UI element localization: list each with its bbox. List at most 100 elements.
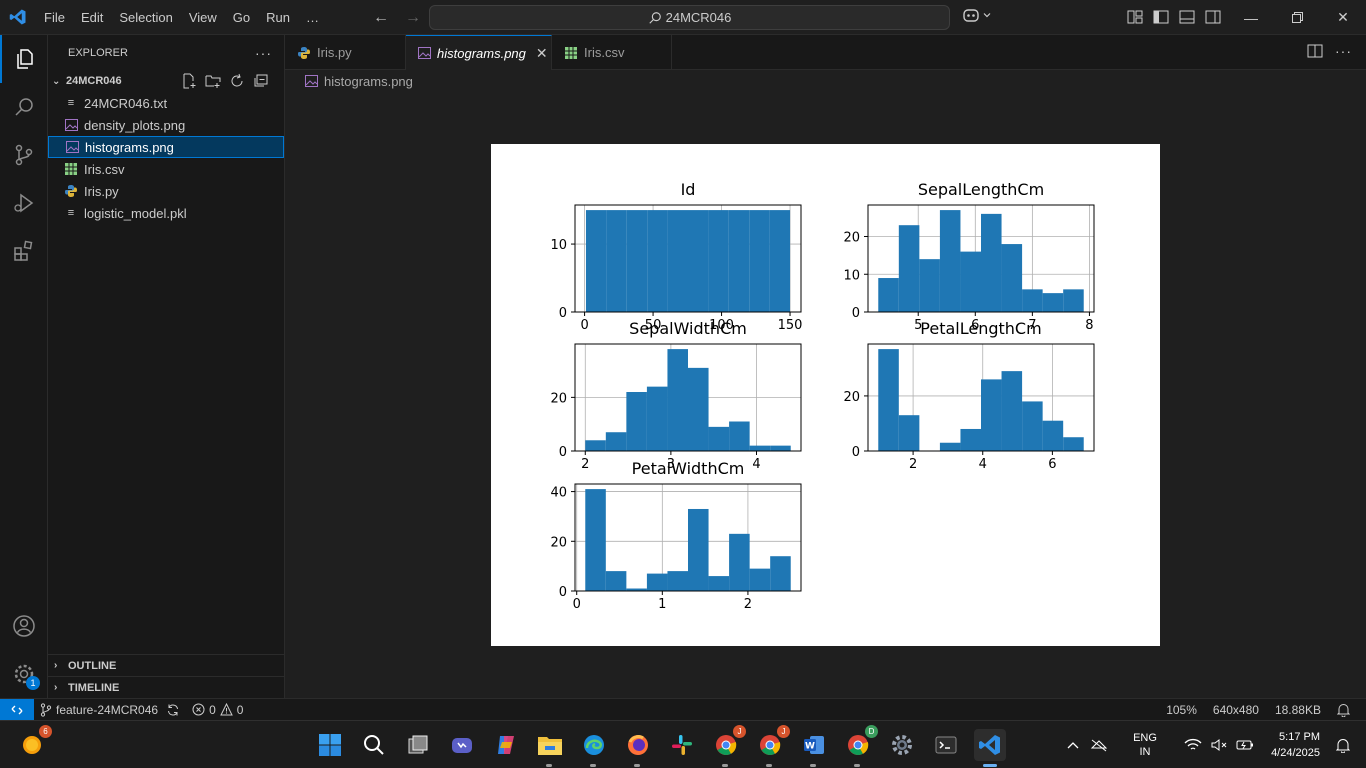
command-center[interactable]: 24MCR046 <box>429 5 950 30</box>
subplot-title: Id <box>681 180 696 199</box>
y-tick-label: 40 <box>550 486 567 501</box>
y-tick-label: 0 <box>559 306 567 321</box>
y-tick-label: 10 <box>550 238 567 253</box>
extensions-icon[interactable] <box>0 227 48 275</box>
notifications-bell-icon[interactable] <box>1331 703 1356 717</box>
file-item-24mcr046-txt[interactable]: ≡ 24MCR046.txt <box>48 92 284 114</box>
menu-go[interactable]: Go <box>225 0 258 35</box>
histograms-image: 0 50 100 150 0 10 Id 5 6 7 8 0 10 20 SepalLengthCm 2 3 4 0… <box>491 144 1160 646</box>
chevron-up-icon[interactable] <box>1062 734 1084 756</box>
chevron-down-icon <box>983 13 991 18</box>
search-icon[interactable] <box>358 729 390 761</box>
error-icon <box>192 703 205 716</box>
task-view-icon[interactable] <box>402 729 434 761</box>
problems-indicator[interactable]: 0 0 <box>186 703 249 717</box>
outline-section[interactable]: › OUTLINE <box>48 654 284 676</box>
input-language[interactable]: ENG IN <box>1120 731 1170 759</box>
menu-more[interactable]: … <box>298 0 327 35</box>
close-icon[interactable]: ✕ <box>1320 0 1366 35</box>
x-tick-label: 6 <box>1048 457 1056 472</box>
split-editor-icon[interactable] <box>1307 43 1323 62</box>
chrome-profile-3-icon[interactable]: D <box>842 725 878 767</box>
copilot-button[interactable] <box>962 7 992 23</box>
more-actions-icon[interactable]: ··· <box>1335 43 1352 62</box>
edge-browser-icon[interactable] <box>578 729 610 767</box>
restore-icon[interactable] <box>1274 0 1320 35</box>
weather-widget-icon[interactable]: 6 <box>16 725 52 761</box>
more-actions-icon[interactable]: ··· <box>255 45 272 61</box>
chrome-profile-2-icon[interactable]: J <box>754 725 790 767</box>
start-windows-icon[interactable] <box>314 729 346 761</box>
folder-24mcr046[interactable]: ⌄ 24MCR046 <box>48 70 284 92</box>
histogram-bar <box>1022 289 1043 312</box>
notification-bell-icon[interactable] <box>1332 734 1354 756</box>
remote-icon[interactable] <box>0 698 34 721</box>
battery-icon[interactable] <box>1234 734 1256 756</box>
customize-layout-icon[interactable] <box>1126 7 1144 27</box>
menu-selection[interactable]: Selection <box>111 0 180 35</box>
meet-app-icon[interactable] <box>446 729 478 761</box>
network-off-icon[interactable] <box>1088 734 1110 756</box>
breadcrumb: histograms.png <box>285 70 1366 92</box>
volume-muted-icon[interactable] <box>1208 734 1230 756</box>
new-file-icon[interactable] <box>180 72 198 90</box>
back-arrow-icon[interactable]: ← <box>370 7 392 29</box>
sync-icon[interactable] <box>166 703 180 717</box>
menu-edit[interactable]: Edit <box>73 0 111 35</box>
histogram-bar <box>646 386 668 451</box>
file-name: density_plots.png <box>84 117 186 133</box>
lang-code: ENG <box>1133 732 1157 744</box>
word-icon[interactable]: W <box>798 729 830 767</box>
close-tab-icon[interactable]: ✕ <box>536 45 548 62</box>
histogram-bar <box>749 210 770 312</box>
firefox-icon[interactable] <box>622 729 654 767</box>
settings-gear-icon[interactable]: 1 <box>0 650 48 698</box>
toggle-secondary-sidebar-icon[interactable] <box>1204 7 1222 27</box>
settings-app-icon[interactable] <box>886 729 918 761</box>
account-icon[interactable] <box>0 602 48 650</box>
toggle-primary-sidebar-icon[interactable] <box>1152 7 1170 27</box>
menu-file[interactable]: File <box>36 0 73 35</box>
clock[interactable]: 5:17 PM 4/24/2025 <box>1258 729 1320 761</box>
forward-arrow-icon[interactable]: → <box>402 7 424 29</box>
slack-icon[interactable] <box>666 729 698 761</box>
histogram-bar <box>688 210 709 312</box>
file-item-density-plots[interactable]: density_plots.png <box>48 114 284 136</box>
explorer-icon[interactable] <box>0 35 48 83</box>
file-explorer-icon[interactable] <box>534 729 566 767</box>
image-dimensions: 640x480 <box>1212 703 1259 717</box>
toggle-panel-icon[interactable] <box>1178 7 1196 27</box>
file-item-histograms[interactable]: histograms.png <box>48 136 284 158</box>
new-folder-icon[interactable] <box>204 72 222 90</box>
vscode-app-icon[interactable] <box>974 729 1006 767</box>
breadcrumb-file[interactable]: histograms.png <box>324 74 413 89</box>
file-item-logistic-model[interactable]: ≡ logistic_model.pkl <box>48 202 284 224</box>
timeline-section[interactable]: › TIMELINE <box>48 676 284 698</box>
tab-histograms-png[interactable]: histograms.png ✕ <box>406 35 552 70</box>
run-debug-icon[interactable] <box>0 179 48 227</box>
file-item-iris-py[interactable]: Iris.py <box>48 180 284 202</box>
copilot-app-icon[interactable] <box>490 729 522 761</box>
histogram-figure: 0 50 100 150010Id5 6 7 801020SepalLengthCm2 3 40… <box>550 180 1095 612</box>
branch-indicator[interactable]: feature-24MCR046 <box>34 703 186 717</box>
lang-region: IN <box>1139 746 1151 758</box>
search-icon[interactable] <box>0 83 48 131</box>
tab-iris-py[interactable]: Iris.py <box>285 35 406 70</box>
refresh-icon[interactable] <box>228 72 246 90</box>
chrome-profile-1-icon[interactable]: J <box>710 725 746 767</box>
clock-time: 5:17 PM <box>1279 731 1320 743</box>
source-control-icon[interactable] <box>0 131 48 179</box>
tab-iris-csv[interactable]: Iris.csv <box>552 35 672 70</box>
terminal-icon[interactable] <box>930 729 962 761</box>
menu-run[interactable]: Run <box>258 0 298 35</box>
wifi-icon[interactable] <box>1182 734 1204 756</box>
file-item-iris-csv[interactable]: Iris.csv <box>48 158 284 180</box>
text-file-icon: ≡ <box>67 97 75 109</box>
collapse-all-icon[interactable] <box>252 72 270 90</box>
minimize-icon[interactable]: — <box>1228 0 1274 35</box>
histogram-bar <box>626 392 647 451</box>
subplot-title: PetalWidthCm <box>632 459 745 478</box>
zoom-level[interactable]: 105% <box>1160 703 1203 717</box>
menu-view[interactable]: View <box>181 0 225 35</box>
histogram-bar <box>1063 289 1084 312</box>
